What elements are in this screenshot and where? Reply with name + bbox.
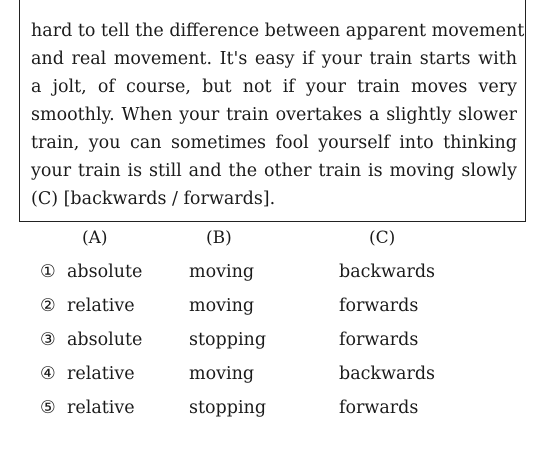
- option-a-value: relative: [67, 296, 135, 316]
- option-b-value: moving: [189, 262, 255, 282]
- option-number: ①: [40, 262, 56, 282]
- passage-line: train, you can sometimes fool yourself i…: [31, 133, 517, 153]
- option-a-value: relative: [67, 364, 135, 384]
- option-b-value: moving: [189, 296, 255, 316]
- option-a-value: absolute: [67, 330, 143, 350]
- column-header-a: (A): [82, 228, 108, 248]
- option-number: ⑤: [40, 398, 56, 418]
- option-c-value: backwards: [339, 364, 436, 384]
- column-header-c: (C): [369, 228, 396, 248]
- option-c-value: forwards: [339, 296, 419, 316]
- column-header-b: (B): [206, 228, 232, 248]
- option-c-value: backwards: [339, 262, 436, 282]
- option-a-value: relative: [67, 398, 135, 418]
- option-c-value: forwards: [339, 330, 419, 350]
- option-number: ③: [40, 330, 56, 350]
- passage-line: (C) [backwards / forwards].: [31, 189, 276, 209]
- option-b-value: moving: [189, 364, 255, 384]
- passage-line: hard to tell the difference between appa…: [31, 21, 525, 41]
- passage-line: a jolt, of course, but not if your train…: [31, 77, 517, 97]
- option-number: ④: [40, 364, 56, 384]
- option-number: ②: [40, 296, 56, 316]
- passage-line: smoothly. When your train overtakes a sl…: [31, 105, 517, 125]
- passage-line: and real movement. It's easy if your tra…: [31, 49, 517, 69]
- passage-line: your train is still and the other train …: [31, 161, 517, 181]
- option-b-value: stopping: [189, 398, 267, 418]
- passage-box: hard to tell the difference between appa…: [19, 0, 526, 222]
- option-c-value: forwards: [339, 398, 419, 418]
- option-a-value: absolute: [67, 262, 143, 282]
- option-b-value: stopping: [189, 330, 267, 350]
